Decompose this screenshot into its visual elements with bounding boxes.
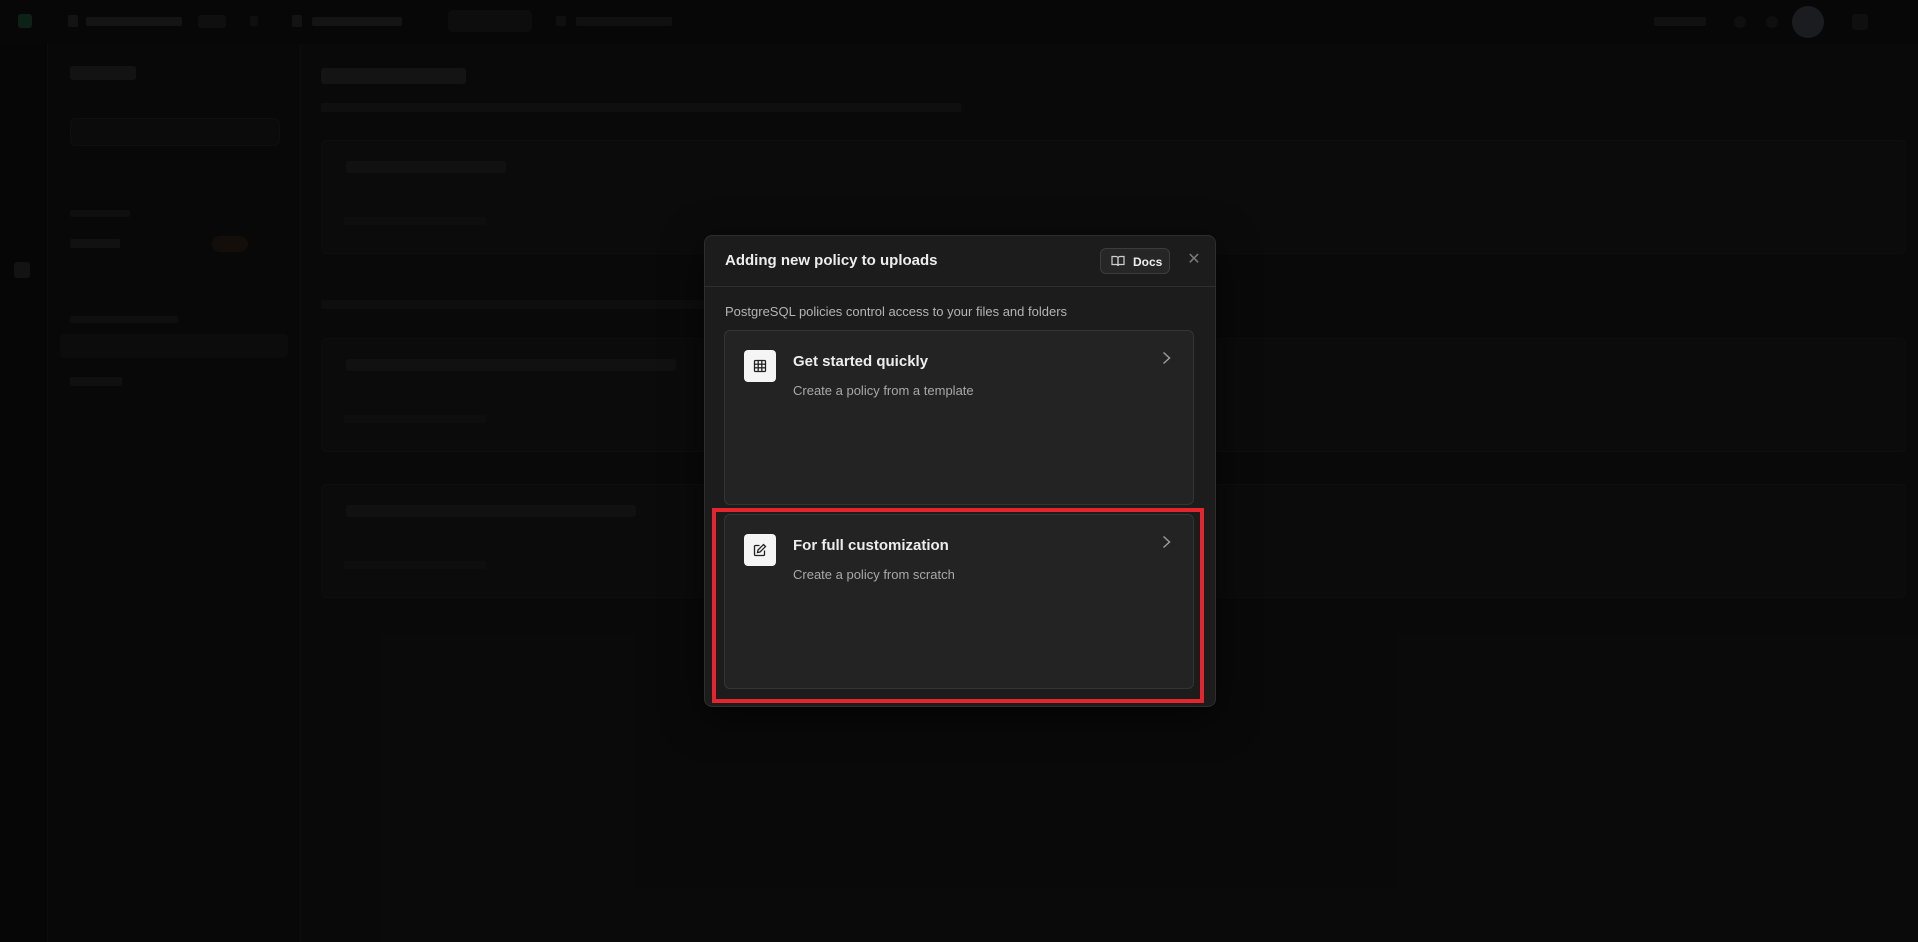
table-grid-icon (744, 350, 776, 382)
book-icon (1111, 255, 1125, 267)
option-title: Get started quickly (793, 353, 929, 370)
close-icon[interactable]: ✕ (1185, 251, 1203, 269)
custom-option-card[interactable]: For full customization Create a policy f… (724, 514, 1194, 689)
chevron-right-icon (1162, 351, 1171, 365)
edit-icon (744, 534, 776, 566)
docs-button[interactable]: Docs (1100, 248, 1170, 274)
option-subtitle: Create a policy from scratch (793, 567, 955, 582)
dialog-description: PostgreSQL policies control access to yo… (725, 304, 1068, 319)
docs-label: Docs (1133, 255, 1163, 269)
option-title: For full customization (793, 537, 949, 554)
chevron-right-icon (1162, 535, 1171, 549)
dialog-header: Adding new policy to uploads Docs ✕ (705, 236, 1215, 287)
template-option-card[interactable]: Get started quickly Create a policy from… (724, 330, 1194, 505)
dialog-title: Adding new policy to uploads (725, 252, 938, 269)
option-subtitle: Create a policy from a template (793, 383, 974, 398)
add-policy-dialog: Adding new policy to uploads Docs ✕ Post… (704, 235, 1216, 707)
